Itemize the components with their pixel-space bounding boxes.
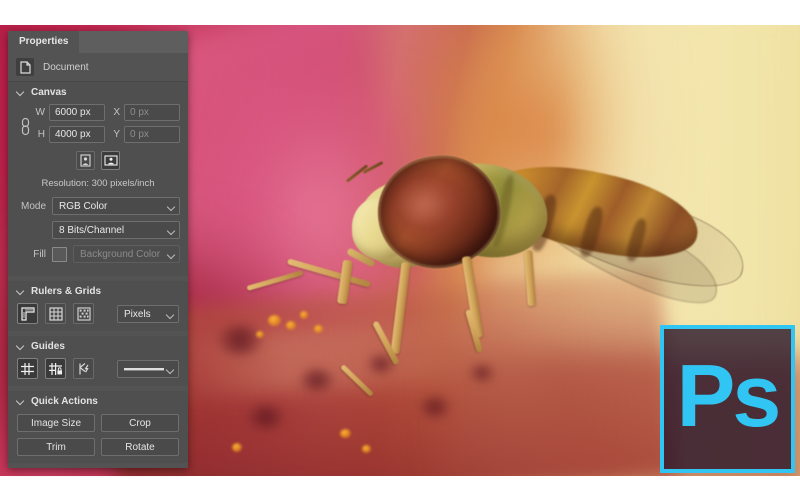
photo-texture-spot (218, 325, 262, 355)
portrait-icon (80, 154, 91, 167)
panel-tab-bar: Properties (8, 31, 188, 53)
chevron-down-icon[interactable] (17, 397, 25, 405)
mode-select[interactable]: RGB Color (52, 197, 180, 215)
landscape-icon (103, 155, 118, 166)
tab-properties[interactable]: Properties (8, 31, 80, 53)
fly-rearleg (524, 249, 536, 307)
height-input[interactable]: 4000 px (49, 126, 105, 143)
crop-button[interactable]: Crop (101, 414, 179, 432)
canvas-size-grid: W 6000 px X 0 px H 4000 px Y 0 px (8, 102, 188, 148)
orientation-buttons (8, 151, 188, 170)
chevron-down-icon[interactable] (17, 287, 25, 295)
height-label: H (37, 129, 45, 140)
rotate-button[interactable]: Rotate (101, 438, 179, 456)
photo-pollen-grain (286, 321, 296, 330)
trim-button[interactable]: Trim (17, 438, 95, 456)
section-canvas-title: Canvas (31, 86, 67, 98)
document-label: Document (43, 61, 89, 73)
bit-depth-select[interactable]: 8 Bits/Channel (52, 221, 180, 239)
fly-midleg-tarsus (340, 364, 374, 397)
fill-select[interactable]: Background Color (73, 245, 180, 263)
smart-guides-button[interactable] (73, 358, 94, 379)
section-rulers-header[interactable]: Rulers & Grids (8, 281, 188, 301)
section-rulers-grids: Rulers & Grids Pixels (8, 281, 188, 331)
section-rulers-title: Rulers & Grids (31, 285, 102, 297)
document-row[interactable]: Document (8, 53, 188, 82)
ruler-units-select[interactable]: Pixels (117, 304, 179, 323)
section-quick-actions: Quick Actions Image Size Crop Trim Rotat… (8, 391, 188, 463)
mode-label: Mode (20, 200, 46, 212)
photoshop-logo-text: Ps (676, 346, 782, 445)
section-quick-actions-header[interactable]: Quick Actions (8, 391, 188, 411)
portrait-orientation-button[interactable] (76, 151, 95, 170)
resolution-text: Resolution: 300 pixels/inch (41, 178, 155, 189)
y-input[interactable]: 0 px (124, 126, 180, 143)
pattern-icon-button[interactable] (73, 303, 94, 324)
lock-guides-button[interactable] (45, 358, 66, 379)
section-quick-actions-title: Quick Actions (31, 395, 98, 407)
ruler-icon-button[interactable] (17, 303, 38, 324)
chevron-down-icon[interactable] (17, 342, 25, 350)
width-x-row: W 6000 px X 0 px (34, 104, 180, 121)
rulers-grids-buttons: Pixels (8, 303, 188, 324)
landscape-orientation-button[interactable] (101, 151, 120, 170)
link-dimensions-toggle[interactable] (16, 117, 34, 136)
grid-icon (48, 306, 63, 321)
smart-guides-icon (79, 362, 89, 374)
height-y-row: H 4000 px Y 0 px (34, 126, 180, 143)
show-guides-button[interactable] (17, 358, 38, 379)
mode-row: Mode RGB Color (8, 197, 188, 215)
grid-icon-button[interactable] (45, 303, 66, 324)
guides-buttons (8, 358, 188, 379)
section-canvas: Canvas W 6000 px X 0 px H 4000 px Y 0 px… (8, 82, 188, 276)
image-size-button[interactable]: Image Size (17, 414, 95, 432)
photo-pollen-grain (232, 443, 242, 452)
section-guides-header[interactable]: Guides (8, 336, 188, 356)
x-label: X (113, 107, 120, 118)
document-icon (16, 58, 34, 76)
app-window: Properties Document Canvas W 6000 px X 0… (0, 0, 800, 500)
y-label: Y (113, 129, 120, 140)
x-input[interactable]: 0 px (124, 104, 180, 121)
section-guides: Guides (8, 336, 188, 386)
tab-bar-filler (79, 31, 188, 53)
lock-guides-icon (49, 362, 62, 375)
depth-row: 8 Bits/Channel (8, 221, 188, 239)
photo-pollen-grain (256, 331, 264, 338)
section-canvas-header[interactable]: Canvas (8, 82, 188, 102)
properties-panel: Properties Document Canvas W 6000 px X 0… (8, 31, 188, 468)
fill-label: Fill (33, 248, 46, 260)
fly-midleg-upper (390, 261, 411, 355)
quick-action-buttons: Image Size Crop Trim Rotate (8, 411, 188, 456)
ruler-icon (20, 306, 35, 321)
solid-line-icon (124, 367, 164, 370)
width-input[interactable]: 6000 px (49, 104, 105, 121)
photo-hoverfly (246, 148, 754, 450)
chain-link-icon (21, 117, 29, 135)
top-white-band (0, 0, 800, 25)
show-guides-icon (21, 362, 34, 375)
pattern-icon (76, 306, 91, 321)
fill-row: Fill Background Color (8, 245, 188, 263)
fill-color-swatch[interactable] (52, 246, 67, 262)
section-guides-title: Guides (31, 340, 65, 352)
photo-pollen-grain (268, 315, 281, 326)
bottom-white-band (0, 476, 800, 500)
guide-style-select[interactable] (117, 359, 179, 378)
photo-texture-spot (248, 405, 284, 429)
chevron-down-icon[interactable] (17, 88, 25, 96)
dimension-fields: W 6000 px X 0 px H 4000 px Y 0 px (34, 104, 180, 148)
width-label: W (35, 107, 45, 118)
photoshop-logo-badge: Ps (660, 325, 795, 473)
